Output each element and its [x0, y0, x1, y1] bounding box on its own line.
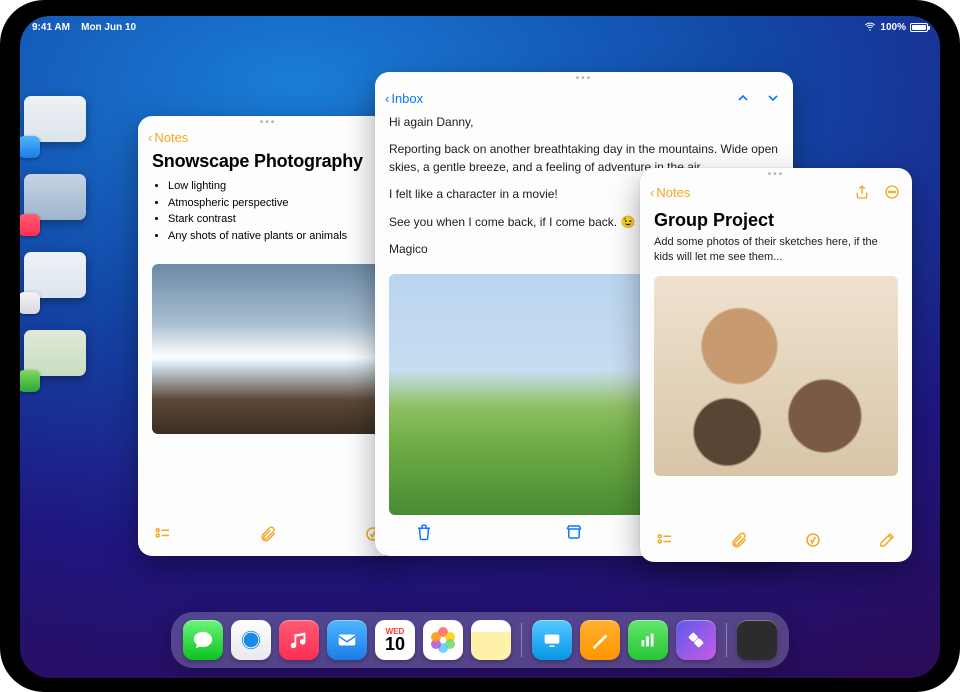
- dock-app-pages[interactable]: [580, 620, 620, 660]
- note-text: Add some photos of their sketches here, …: [640, 235, 912, 272]
- note-title: Group Project: [640, 206, 912, 235]
- back-button[interactable]: ‹ Notes: [650, 185, 690, 200]
- dock-app-safari[interactable]: [231, 620, 271, 660]
- back-label: Notes: [154, 130, 188, 145]
- next-message-button[interactable]: [763, 88, 783, 108]
- status-time: 9:41 AM: [32, 22, 70, 33]
- compose-icon[interactable]: [878, 531, 896, 554]
- list-item: Low lighting: [168, 178, 384, 195]
- dock-app-library[interactable]: [737, 620, 777, 660]
- chevron-left-icon: ‹: [148, 130, 152, 145]
- dock-app-numbers[interactable]: [628, 620, 668, 660]
- mail-greeting: Hi again Danny,: [389, 114, 779, 131]
- note-photo[interactable]: [152, 264, 384, 434]
- stage-item-files[interactable]: [24, 252, 94, 308]
- dock-separator: [521, 623, 522, 657]
- list-item: Atmospheric perspective: [168, 195, 384, 212]
- battery-icon: [910, 23, 928, 32]
- notes2-topbar: ‹ Notes: [640, 182, 912, 206]
- note-photo[interactable]: [654, 276, 898, 476]
- back-label: Inbox: [391, 91, 423, 106]
- dock: WED 10: [171, 612, 789, 668]
- checklist-icon[interactable]: [656, 531, 674, 554]
- list-item: Any shots of native plants or animals: [168, 228, 384, 245]
- chevron-left-icon: ‹: [650, 185, 654, 200]
- screen: 9:41 AM Mon Jun 10 100%: [20, 16, 940, 678]
- stage-item-music[interactable]: [24, 174, 94, 230]
- handle-dots-icon: •••: [260, 118, 277, 128]
- music-app-icon: [20, 214, 40, 236]
- wifi-icon: [864, 20, 876, 35]
- window-handle[interactable]: •••: [138, 116, 398, 130]
- note-title: Snowscape Photography: [138, 149, 398, 178]
- status-right: 100%: [864, 20, 928, 35]
- mail-app-icon: [20, 136, 40, 158]
- archive-icon[interactable]: [565, 523, 583, 546]
- handle-dots-icon: •••: [576, 74, 593, 84]
- dock-app-tv[interactable]: [532, 620, 572, 660]
- notes1-topbar: ‹ Notes: [138, 130, 398, 149]
- attachment-icon[interactable]: [730, 531, 748, 554]
- notes-window-snowscape[interactable]: ••• ‹ Notes Snowscape Photography Low li…: [138, 116, 398, 556]
- back-label: Notes: [656, 185, 690, 200]
- dock-separator: [726, 623, 727, 657]
- notes1-toolbar: [138, 519, 398, 556]
- status-left: 9:41 AM Mon Jun 10: [32, 22, 136, 33]
- files-app-icon: [20, 292, 40, 314]
- markup-icon[interactable]: [804, 531, 822, 554]
- battery-pct: 100%: [880, 22, 906, 33]
- dock-app-photos[interactable]: [423, 620, 463, 660]
- chevron-left-icon: ‹: [385, 91, 389, 106]
- note-bullet-list: Low lighting Atmospheric perspective Sta…: [138, 178, 398, 244]
- notes2-toolbar: [640, 525, 912, 562]
- status-date: Mon Jun 10: [81, 22, 136, 33]
- calendar-day-num: 10: [385, 636, 405, 652]
- prev-message-button[interactable]: [733, 88, 753, 108]
- list-item: Stark contrast: [168, 211, 384, 228]
- back-button[interactable]: ‹ Inbox: [385, 91, 423, 106]
- dock-app-music[interactable]: [279, 620, 319, 660]
- more-icon[interactable]: [882, 182, 902, 202]
- share-icon[interactable]: [852, 182, 872, 202]
- dock-app-messages[interactable]: [183, 620, 223, 660]
- stage-manager-strip: [24, 96, 100, 386]
- status-bar: 9:41 AM Mon Jun 10 100%: [20, 16, 940, 36]
- ipad-frame: 9:41 AM Mon Jun 10 100%: [0, 0, 960, 692]
- window-handle[interactable]: •••: [375, 72, 793, 86]
- mail-topbar: ‹ Inbox: [375, 86, 793, 112]
- stage-item-mail[interactable]: [24, 96, 94, 152]
- photos-flower-icon: [431, 628, 455, 652]
- dock-app-mail[interactable]: [327, 620, 367, 660]
- notes-window-group-project[interactable]: ••• ‹ Notes Group Project Add some photo…: [640, 168, 912, 562]
- dock-app-shortcuts[interactable]: [676, 620, 716, 660]
- stage-item-maps[interactable]: [24, 330, 94, 386]
- window-handle[interactable]: •••: [640, 168, 912, 182]
- dock-app-notes[interactable]: [471, 620, 511, 660]
- trash-icon[interactable]: [415, 523, 433, 546]
- attachment-icon[interactable]: [259, 525, 277, 548]
- back-button[interactable]: ‹ Notes: [148, 130, 188, 145]
- maps-app-icon: [20, 370, 40, 392]
- checklist-icon[interactable]: [154, 525, 172, 548]
- dock-app-calendar[interactable]: WED 10: [375, 620, 415, 660]
- handle-dots-icon: •••: [768, 170, 785, 180]
